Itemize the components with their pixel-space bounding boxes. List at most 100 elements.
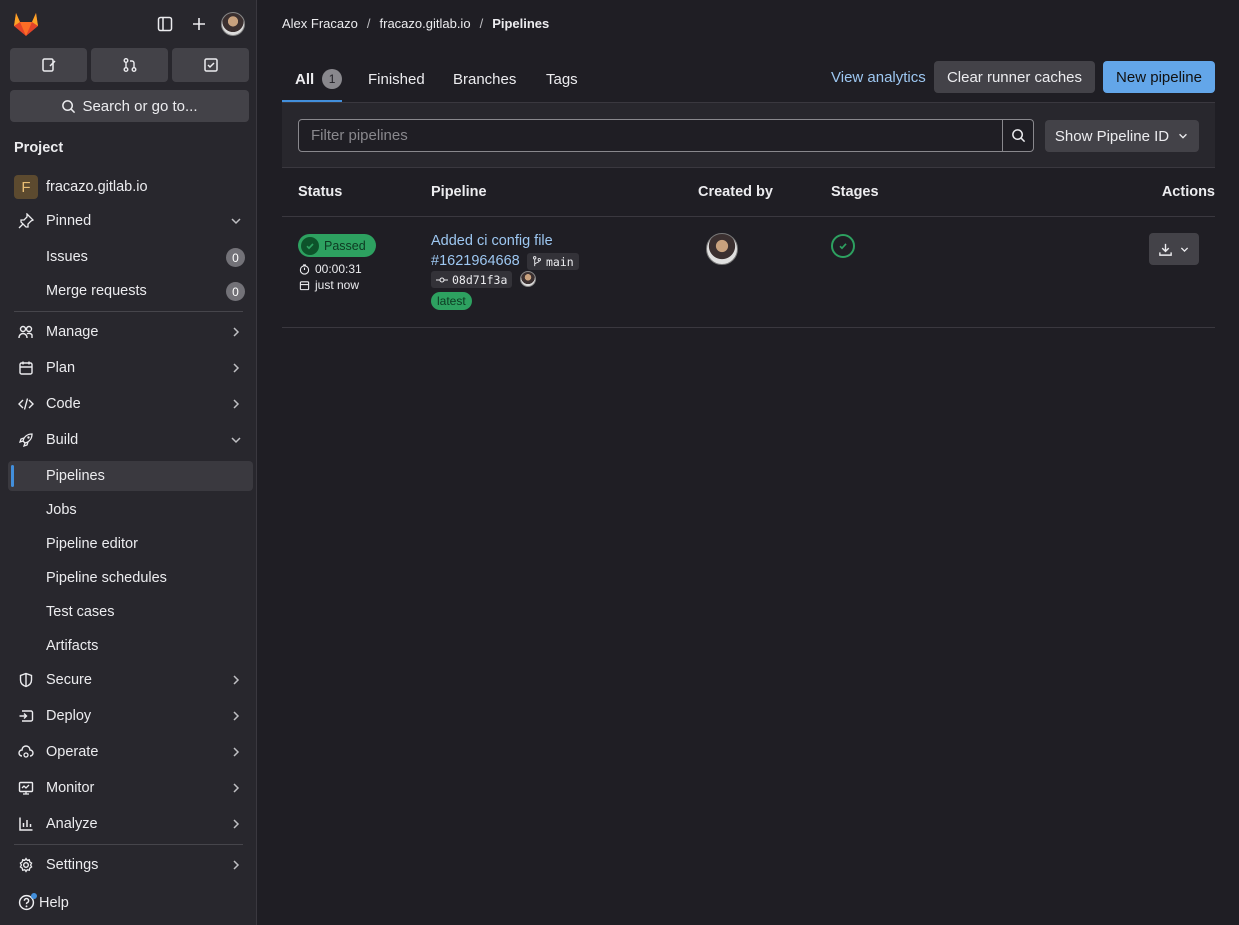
sidebar-item-code[interactable]: Code	[8, 389, 253, 419]
chevron-right-icon	[233, 783, 240, 793]
sidebar-item-label: Monitor	[46, 780, 95, 796]
help-button[interactable]: Help	[18, 893, 69, 911]
sidebar-item-pinned[interactable]: Pinned	[8, 206, 253, 236]
header-created-by: Created by	[698, 184, 773, 200]
search-button[interactable]: Search or go to...	[10, 90, 249, 122]
pipeline-id-link[interactable]: #1621964668	[431, 253, 520, 269]
sidebar-item-label: Operate	[46, 744, 99, 760]
sidebar-item-label: Test cases	[46, 604, 115, 620]
tab-finished[interactable]: Finished	[368, 56, 425, 102]
sidebar-toggle-icon[interactable]	[153, 12, 177, 36]
tab-label: Finished	[368, 70, 425, 88]
pipeline-title-link[interactable]: Added ci config file	[431, 233, 553, 249]
filter-pipelines-input[interactable]: Filter pipelines	[298, 119, 1003, 152]
calendar-icon	[299, 280, 310, 290]
sidebar-item-operate[interactable]: Operate	[8, 737, 253, 767]
cloud-gear-icon	[18, 745, 34, 758]
chevron-right-icon	[233, 860, 240, 870]
breadcrumb-item-current[interactable]: Pipelines	[492, 16, 549, 31]
sidebar-item-label: Issues	[46, 249, 88, 265]
sidebar-item-build[interactable]: Build	[8, 425, 253, 455]
commit-icon	[436, 276, 448, 283]
gitlab-logo-icon[interactable]	[12, 11, 40, 37]
sidebar-item-monitor[interactable]: Monitor	[8, 773, 253, 803]
clear-runner-caches-button[interactable]: Clear runner caches	[934, 61, 1095, 93]
show-pipeline-id-dropdown[interactable]: Show Pipeline ID	[1045, 120, 1199, 152]
chart-icon	[19, 817, 33, 831]
user-avatar[interactable]	[221, 12, 245, 36]
project-name: fracazo.gitlab.io	[46, 179, 148, 195]
commit-chip[interactable]: 08d71f3a	[431, 271, 513, 288]
sidebar-item-artifacts[interactable]: Artifacts	[8, 631, 253, 661]
sidebar-item-deploy[interactable]: Deploy	[8, 701, 253, 731]
sidebar-item-analyze[interactable]: Analyze	[8, 809, 253, 839]
sidebar-item-label: Code	[46, 396, 81, 412]
chevron-right-icon	[233, 819, 240, 829]
users-icon	[18, 325, 33, 339]
chevron-right-icon	[233, 327, 240, 337]
header-stages: Stages	[831, 184, 879, 200]
deploy-icon	[19, 710, 34, 722]
timer-icon	[299, 263, 310, 275]
sidebar-item-secure[interactable]: Secure	[8, 665, 253, 695]
calendar-icon	[19, 361, 33, 375]
todos-quick-button[interactable]	[172, 48, 249, 82]
filter-bar: Filter pipelines Show Pipeline ID	[282, 102, 1215, 168]
tab-count-badge: 1	[322, 69, 342, 89]
merge-requests-quick-button[interactable]	[91, 48, 168, 82]
sidebar-item-pipeline-editor[interactable]: Pipeline editor	[8, 529, 253, 559]
duration: 00:00:31	[299, 262, 362, 276]
tab-tags[interactable]: Tags	[546, 56, 578, 102]
view-analytics-link[interactable]: View analytics	[831, 69, 926, 86]
sidebar-divider	[14, 311, 243, 312]
sidebar-item-label: Deploy	[46, 708, 92, 724]
tab-label: Tags	[546, 70, 578, 88]
sidebar-item-pipelines[interactable]: Pipelines	[8, 461, 253, 491]
breadcrumb-item-project[interactable]: fracazo.gitlab.io	[380, 16, 471, 31]
branch-chip[interactable]: main	[527, 253, 579, 270]
sidebar-item-plan[interactable]: Plan	[8, 353, 253, 383]
plus-icon[interactable]	[187, 12, 211, 36]
section-title: Project	[14, 140, 64, 156]
sidebar-item-manage[interactable]: Manage	[8, 317, 253, 347]
header-status: Status	[298, 184, 343, 200]
table-row: Passed 00:00:31 just now Added ci config…	[282, 217, 1215, 328]
new-pipeline-button[interactable]: New pipeline	[1103, 61, 1215, 93]
sidebar-item-label: Build	[46, 432, 79, 448]
project-avatar: F	[14, 175, 38, 199]
sidebar-item-label: Jobs	[46, 502, 77, 518]
pin-icon	[18, 213, 34, 229]
sidebar-item-label: Settings	[46, 857, 99, 873]
sidebar-item-jobs[interactable]: Jobs	[8, 495, 253, 525]
tab-branches[interactable]: Branches	[453, 56, 516, 102]
download-artifacts-dropdown[interactable]	[1149, 233, 1199, 265]
header-actions: Actions	[1161, 184, 1215, 200]
stage-passed-icon[interactable]	[831, 234, 855, 258]
issues-quick-button[interactable]	[10, 48, 87, 82]
filter-search-button[interactable]	[1002, 119, 1034, 152]
sidebar-item-label: Pipelines	[46, 468, 105, 484]
tab-label: Branches	[453, 70, 517, 88]
code-icon	[18, 398, 34, 410]
chevron-down-icon	[1179, 133, 1188, 139]
sidebar-item-pipeline-schedules[interactable]: Pipeline schedules	[8, 563, 253, 593]
todo-check-icon	[203, 58, 218, 72]
search-icon	[1011, 129, 1025, 143]
breadcrumb-item-group[interactable]: Alex Fracazo	[282, 16, 358, 31]
status-badge[interactable]: Passed	[298, 234, 376, 257]
check-circle-icon	[301, 236, 319, 255]
creator-avatar[interactable]	[706, 233, 738, 265]
project-link[interactable]: F fracazo.gitlab.io	[8, 172, 253, 202]
download-icon	[1159, 243, 1172, 256]
chevron-right-icon	[233, 711, 240, 721]
sidebar-item-test-cases[interactable]: Test cases	[8, 597, 253, 627]
sidebar-divider	[14, 844, 243, 845]
chevron-right-icon	[233, 399, 240, 409]
commit-author-avatar[interactable]	[520, 271, 536, 287]
merge-requests-count-badge: 0	[226, 282, 245, 301]
sidebar-item-settings[interactable]: Settings	[8, 850, 253, 880]
sidebar-item-merge-requests[interactable]: Merge requests 0	[8, 276, 253, 306]
sidebar-item-label: Manage	[46, 324, 99, 340]
sidebar-item-issues[interactable]: Issues 0	[8, 242, 253, 272]
tab-all[interactable]: All 1	[282, 56, 342, 102]
